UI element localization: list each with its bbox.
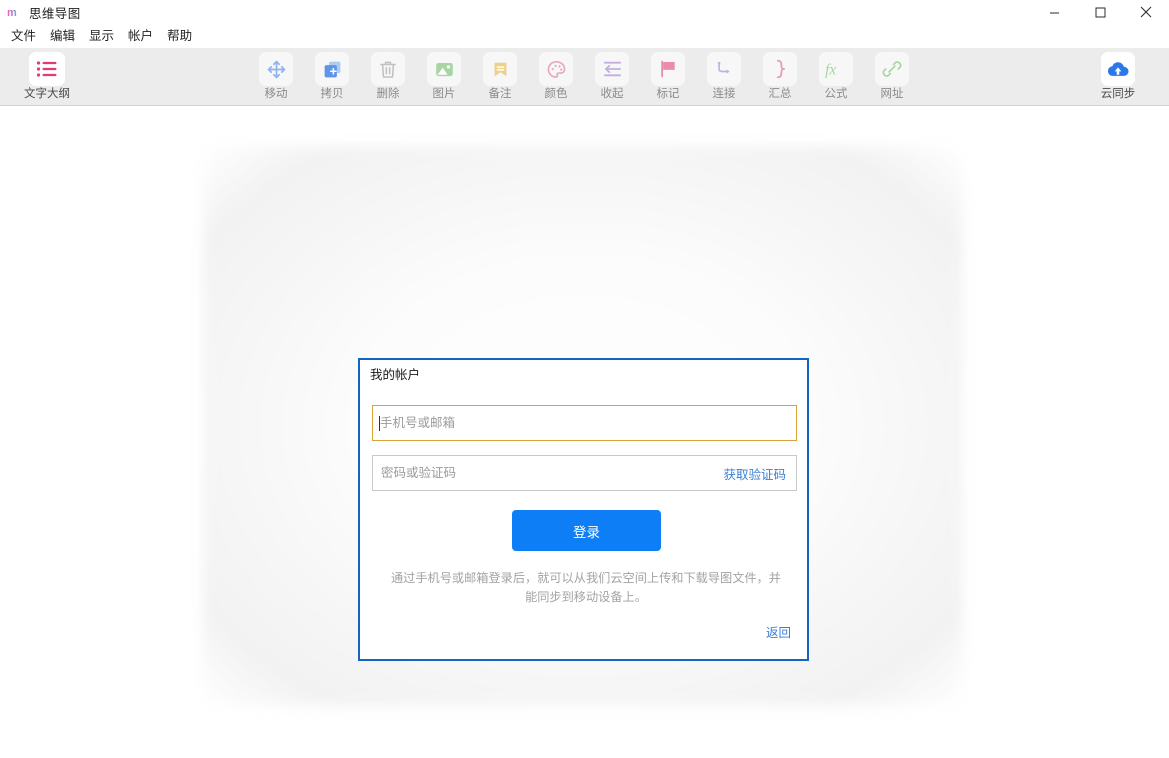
app-title: 思维导图	[29, 3, 81, 22]
svg-text:m: m	[7, 7, 17, 18]
toolbar-button-move[interactable]: 移动	[248, 52, 304, 102]
move-arrows-icon	[259, 52, 293, 86]
minimize-icon[interactable]	[1031, 0, 1077, 24]
password-placeholder: 密码或验证码	[381, 467, 456, 480]
toolbar-label-copy: 拷贝	[321, 88, 344, 102]
menu-view[interactable]: 显示	[82, 28, 121, 45]
menu-edit[interactable]: 编辑	[43, 28, 82, 45]
title-bar: m 思维导图	[0, 0, 1169, 24]
app-logo-icon: m	[6, 4, 22, 20]
toolbar-button-image[interactable]: 图片	[416, 52, 472, 102]
copy-icon	[315, 52, 349, 86]
formula-fx-icon: fx	[819, 52, 853, 86]
toolbar-label-note: 备注	[489, 88, 512, 102]
list-outline-icon	[29, 52, 65, 86]
brace-icon	[763, 52, 797, 86]
cloud-upload-icon	[1101, 52, 1135, 86]
menu-account[interactable]: 帐户	[121, 28, 160, 45]
toolbar-button-copy[interactable]: 拷贝	[304, 52, 360, 102]
link-chain-icon	[875, 52, 909, 86]
close-icon[interactable]	[1123, 0, 1169, 24]
toolbar-label-color: 颜色	[545, 88, 568, 102]
collapse-left-icon	[595, 52, 629, 86]
account-input[interactable]: 手机号或邮箱	[372, 405, 797, 441]
get-verification-code-link[interactable]: 获取验证码	[723, 464, 786, 483]
image-icon	[427, 52, 461, 86]
toolbar-button-connect[interactable]: 连接	[696, 52, 752, 102]
toolbar-button-color[interactable]: 颜色	[528, 52, 584, 102]
trash-icon	[371, 52, 405, 86]
toolbar-label-outline: 文字大纲	[24, 88, 70, 102]
login-hint-text: 通过手机号或邮箱登录后，就可以从我们云空间上传和下载导图文件，并能同步到移动设备…	[390, 569, 782, 607]
toolbar-label-delete: 删除	[377, 88, 400, 102]
menu-help[interactable]: 帮助	[160, 28, 199, 45]
menu-bar: 文件 编辑 显示 帐户 帮助	[0, 24, 1169, 48]
toolbar-label-move: 移动	[265, 88, 288, 102]
toolbar-button-mark[interactable]: 标记	[640, 52, 696, 102]
account-login-dialog: 我的帐户 手机号或邮箱 密码或验证码 获取验证码 登录 通过手机号或邮箱登录后，…	[358, 358, 809, 661]
toolbar-button-note[interactable]: 备注	[472, 52, 528, 102]
toolbar-label-collapse: 收起	[601, 88, 624, 102]
canvas-area[interactable]: 我的帐户 手机号或邮箱 密码或验证码 获取验证码 登录 通过手机号或邮箱登录后，…	[0, 106, 1169, 758]
toolbar-label-image: 图片	[433, 88, 456, 102]
toolbar-label-url: 网址	[881, 88, 904, 102]
maximize-icon[interactable]	[1077, 0, 1123, 24]
password-input[interactable]: 密码或验证码 获取验证码	[372, 455, 797, 491]
window-controls	[1031, 0, 1169, 24]
connector-arrow-icon	[707, 52, 741, 86]
account-placeholder: 手机号或邮箱	[380, 417, 455, 430]
toolbar-button-summary[interactable]: 汇总	[752, 52, 808, 102]
toolbar-label-summary: 汇总	[769, 88, 792, 102]
note-bookmark-icon	[483, 52, 517, 86]
svg-text:fx: fx	[825, 61, 836, 78]
login-button[interactable]: 登录	[512, 510, 661, 551]
dialog-title: 我的帐户	[370, 368, 420, 383]
toolbar-button-outline[interactable]: 文字大纲	[19, 52, 75, 102]
toolbar-button-formula[interactable]: fx 公式	[808, 52, 864, 102]
toolbar-label-mark: 标记	[657, 88, 680, 102]
toolbar-button-delete[interactable]: 删除	[360, 52, 416, 102]
app-window: m 思维导图 文件 编辑 显示 帐户 帮助	[0, 0, 1169, 758]
toolbar-button-collapse[interactable]: 收起	[584, 52, 640, 102]
back-link[interactable]: 返回	[766, 622, 791, 641]
flag-icon	[651, 52, 685, 86]
toolbar: 文字大纲 移动 拷贝	[0, 48, 1169, 106]
toolbar-label-connect: 连接	[713, 88, 736, 102]
toolbar-button-url[interactable]: 网址	[864, 52, 920, 102]
toolbar-label-cloud-sync: 云同步	[1101, 88, 1136, 102]
toolbar-button-cloud-sync[interactable]: 云同步	[1090, 52, 1146, 102]
toolbar-label-formula: 公式	[825, 88, 848, 102]
palette-icon	[539, 52, 573, 86]
menu-file[interactable]: 文件	[4, 28, 43, 45]
